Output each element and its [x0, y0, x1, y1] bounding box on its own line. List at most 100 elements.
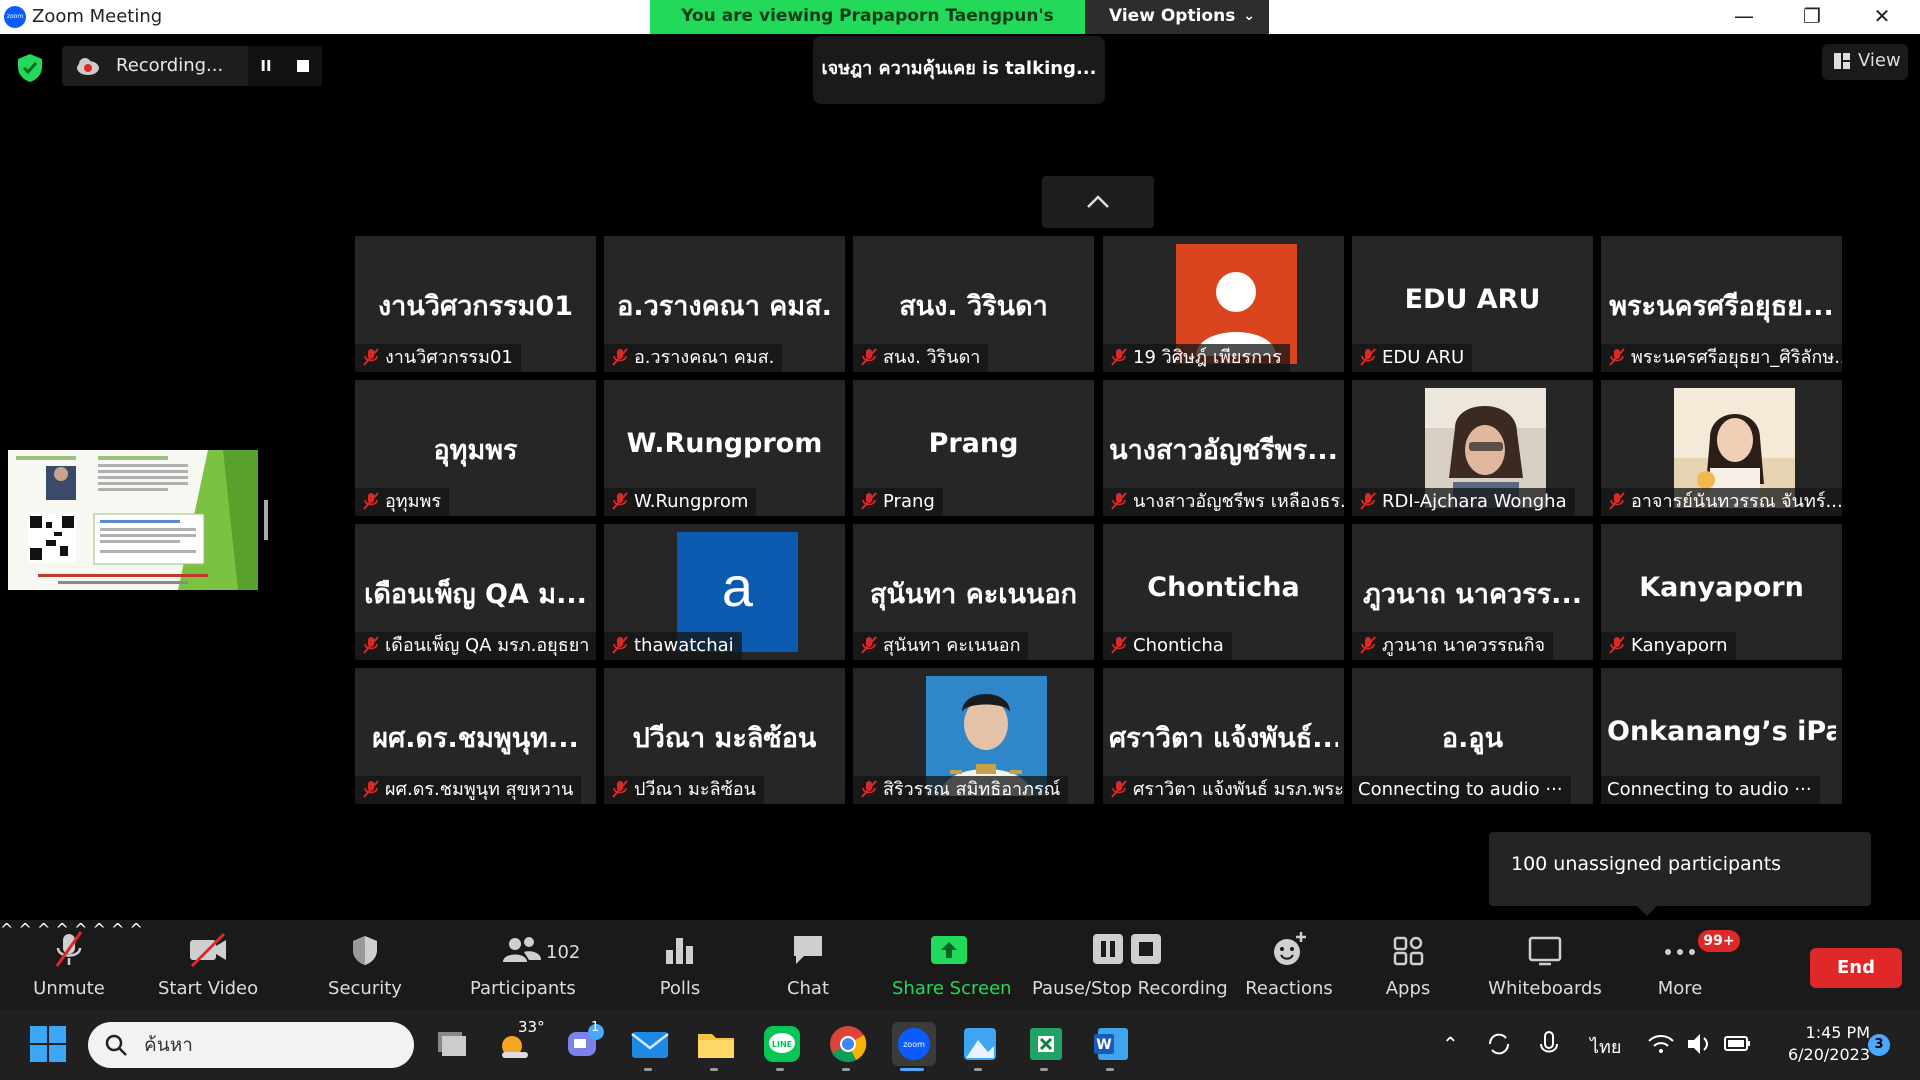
participant-tile[interactable]: Onkanang’s iPad Connecting to audio ···	[1601, 668, 1842, 804]
participant-name: W.Rungprom	[634, 491, 749, 512]
participant-name: Connecting to audio ···	[1358, 779, 1563, 800]
participant-tile[interactable]: อ.วรางคณา คมส. อ.วรางคณา คมส.	[604, 236, 845, 372]
mic-muted-icon	[1360, 636, 1376, 654]
share-screen-button[interactable]: Share Screen	[892, 928, 1012, 999]
start-video-button[interactable]: Start Video	[158, 928, 258, 999]
teams-chat-icon[interactable]	[562, 1022, 606, 1066]
collapse-gallery-button[interactable]	[1042, 176, 1154, 228]
participant-tile[interactable]: Chonticha Chonticha	[1103, 524, 1344, 660]
windows-start-icon[interactable]	[26, 1022, 70, 1066]
whiteboards-button[interactable]: Whiteboards	[1486, 928, 1604, 999]
participant-tile[interactable]: อ.อูน Connecting to audio ···	[1352, 668, 1593, 804]
participant-tile[interactable]: Prang Prang	[853, 380, 1094, 516]
svg-text:W: W	[1096, 1037, 1111, 1053]
pause-stop-recording-button[interactable]: Pause/Stop Recording	[1032, 928, 1228, 999]
photos-icon[interactable]	[958, 1022, 1002, 1066]
whiteboards-options-caret[interactable]: ^	[130, 920, 143, 939]
participant-tile[interactable]: ปวีณา มะลิซ้อน ปวีณา มะลิซ้อน	[604, 668, 845, 804]
mic-muted-icon	[1111, 636, 1127, 654]
close-button[interactable]: ✕	[1852, 0, 1912, 34]
view-options-button[interactable]: View Options ⌄	[1085, 0, 1269, 34]
stop-recording-button[interactable]	[284, 46, 322, 86]
share-screen-label: Share Screen	[892, 978, 1012, 999]
view-button[interactable]: View	[1822, 44, 1908, 80]
file-explorer-icon[interactable]	[694, 1022, 738, 1066]
mic-muted-icon	[363, 492, 379, 510]
participant-tile[interactable]: ผศ.ดร.ชมพูนุท... ผศ.ดร.ชมพูนุท สุขหวาน	[355, 668, 596, 804]
wifi-icon[interactable]	[1646, 1022, 1676, 1066]
participant-tile[interactable]: พระนครศรีอยุธย... พระนครศรีอยุธยา_ศิริลัก…	[1601, 236, 1842, 372]
sync-icon[interactable]	[1484, 1022, 1514, 1066]
chat-button[interactable]: Chat	[770, 928, 846, 999]
view-label: View	[1858, 50, 1901, 71]
system-clock[interactable]: 1:45 PM 6/20/2023	[1764, 1022, 1870, 1066]
participant-tile[interactable]: อาจารย์นันทวรรณ จันทร์...	[1601, 380, 1842, 516]
minimize-button[interactable]: —	[1714, 0, 1774, 34]
participant-name-label: 19 วิศิษฎ์ เพียรการ	[1103, 344, 1290, 372]
participant-tile[interactable]: Kanyaporn Kanyaporn	[1601, 524, 1842, 660]
mic-muted-icon	[1609, 492, 1625, 510]
end-meeting-button[interactable]: End	[1810, 948, 1902, 988]
unmute-button[interactable]: Unmute	[30, 928, 108, 999]
participant-tile[interactable]: อุทุมพร อุทุมพร	[355, 380, 596, 516]
excel-icon[interactable]	[1024, 1022, 1068, 1066]
volume-icon[interactable]	[1684, 1022, 1714, 1066]
participant-display-name: เดือนเพ็ญ QA ม...	[364, 579, 587, 610]
participant-tile[interactable]: a thawatchai	[604, 524, 845, 660]
participant-name-label: thawatchai	[604, 632, 742, 660]
participant-name-label: สุนันทา คะเนนอก	[853, 632, 1029, 660]
battery-icon[interactable]	[1722, 1022, 1752, 1066]
participant-name: พระนครศรีอยุธยา_ศิริลักษ...	[1631, 347, 1842, 368]
view-options-label: View Options	[1109, 6, 1236, 26]
mic-muted-icon	[612, 780, 628, 798]
participant-display-name: นางสาวอัญชรีพร...	[1109, 435, 1338, 466]
participant-name-label: Chonticha	[1103, 632, 1232, 660]
participant-name: 19 วิศิษฎ์ เพียรการ	[1133, 347, 1282, 368]
mic-muted-icon	[1111, 492, 1127, 510]
pause-recording-button[interactable]: II	[248, 46, 284, 86]
participant-tile[interactable]: EDU ARU EDU ARU	[1352, 236, 1593, 372]
polls-chart-icon	[666, 938, 693, 964]
word-icon[interactable]: W	[1090, 1022, 1134, 1066]
microphone-tray-icon[interactable]	[1534, 1022, 1564, 1066]
mic-muted-icon	[363, 348, 379, 366]
line-app-icon[interactable]: LINE	[760, 1022, 804, 1066]
participant-name-label: Kanyaporn	[1601, 632, 1736, 660]
participant-tile[interactable]: สิริวรรณ สมิทธิอาภรณ์	[853, 668, 1094, 804]
participant-tile[interactable]: เดือนเพ็ญ QA ม... เดือนเพ็ญ QA มรภ.อยุธยา	[355, 524, 596, 660]
explorer-running-indicator	[710, 1068, 718, 1071]
maximize-button[interactable]: ❐	[1782, 0, 1842, 34]
polls-button[interactable]: Polls	[640, 928, 720, 999]
mail-icon[interactable]	[628, 1022, 672, 1066]
participant-tile[interactable]: ศราวิตา แจ้งพันธ์... ศราวิตา แจ้งพันธ์ มร…	[1103, 668, 1344, 804]
apps-button[interactable]: Apps	[1368, 928, 1448, 999]
task-view-icon[interactable]	[430, 1022, 474, 1066]
notification-badge[interactable]: 3	[1868, 1034, 1890, 1056]
encryption-shield-icon[interactable]	[14, 52, 46, 84]
security-label: Security	[328, 978, 402, 999]
participant-tile[interactable]: นางสาวอัญชรีพร... นางสาวอัญชรีพร เหลืองธร…	[1103, 380, 1344, 516]
participant-tile[interactable]: 19 วิศิษฎ์ เพียรการ	[1103, 236, 1344, 372]
thumbnail-drag-handle[interactable]	[264, 500, 268, 540]
zoom-app-icon[interactable]: zoom	[892, 1022, 936, 1066]
security-button[interactable]: Security	[326, 928, 404, 999]
audio-options-caret[interactable]: ^	[0, 920, 13, 939]
participant-tile[interactable]: สนง. วิรินดา สนง. วิรินดา	[853, 236, 1094, 372]
apps-options-caret[interactable]: ^	[111, 920, 124, 939]
language-indicator[interactable]: ไทย	[1590, 1032, 1621, 1061]
line-running-indicator	[776, 1068, 784, 1071]
reactions-button[interactable]: Reactions	[1244, 928, 1334, 999]
participant-tile[interactable]: งานวิศวกรรม01 งานวิศวกรรม01	[355, 236, 596, 372]
taskbar-search-input[interactable]: ค้นหา	[88, 1022, 414, 1068]
chevron-up-tray-icon[interactable]: ⌃	[1442, 1032, 1459, 1056]
participant-tile[interactable]: W.Rungprom W.Rungprom	[604, 380, 845, 516]
shared-screen-thumbnail[interactable]	[8, 450, 258, 590]
participant-tile[interactable]: สุนันทา คะเนนอก สุนันทา คะเนนอก	[853, 524, 1094, 660]
participant-tile[interactable]: ภูวนาถ นาควรร... ภูวนาถ นาควรรณกิจ	[1352, 524, 1593, 660]
participant-tile[interactable]: RDI-Ajchara Wongha	[1352, 380, 1593, 516]
chrome-icon[interactable]	[826, 1022, 870, 1066]
participant-name-label: เดือนเพ็ญ QA มรภ.อยุธยา	[355, 632, 596, 660]
participants-button[interactable]: Participants	[470, 928, 576, 999]
chat-bubble-icon	[794, 936, 822, 964]
mic-muted-icon	[861, 348, 877, 366]
